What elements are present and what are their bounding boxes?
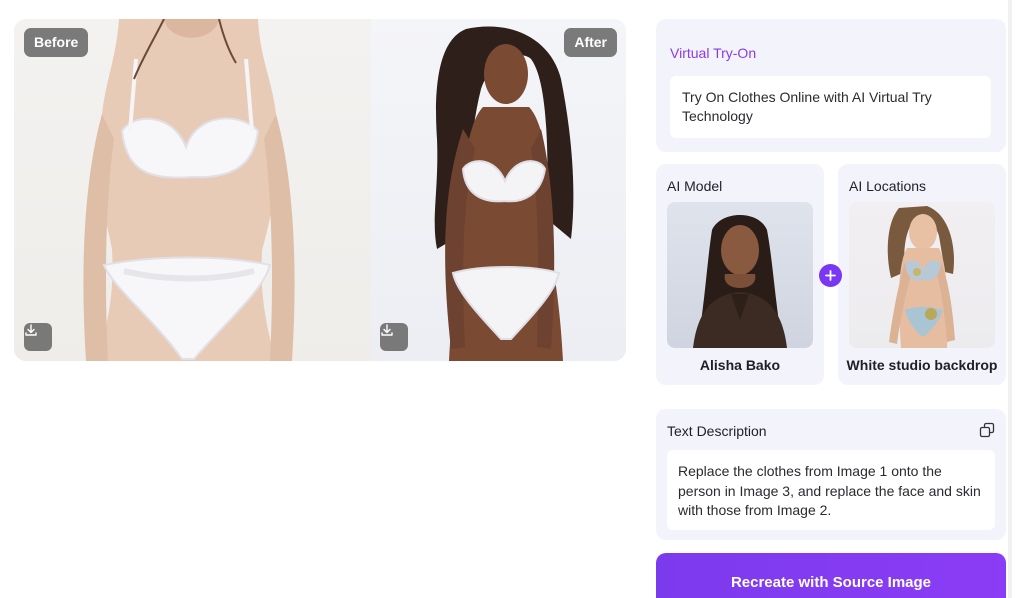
download-icon <box>25 324 37 336</box>
text-description-card: Text Description Replace the clothes fro… <box>656 409 1006 540</box>
scrollbar[interactable] <box>1008 0 1012 598</box>
page: Before After Virtual Try-On Try On Cloth… <box>0 0 1024 598</box>
ai-location-name: White studio backdrop <box>846 357 998 373</box>
plus-icon <box>825 270 836 281</box>
download-before-button[interactable] <box>24 323 52 351</box>
virtual-tryon-description: Try On Clothes Online with AI Virtual Tr… <box>670 76 991 138</box>
text-description-title: Text Description <box>667 423 767 439</box>
before-after-compare[interactable]: Before After <box>14 19 626 361</box>
ai-locations-card[interactable]: AI Locations White studio backdrop <box>838 164 1006 385</box>
ai-model-thumbnail[interactable] <box>667 202 813 348</box>
before-badge: Before <box>24 28 89 57</box>
copy-button[interactable] <box>979 422 995 438</box>
recreate-button[interactable]: Recreate with Source Image <box>656 553 1006 598</box>
download-icon <box>381 324 393 336</box>
ai-location-thumbnail[interactable] <box>849 202 995 348</box>
download-after-button[interactable] <box>380 323 408 351</box>
after-badge: After <box>564 28 617 57</box>
ai-model-card[interactable]: AI Model Alisha Bako <box>656 164 824 385</box>
ai-model-label: AI Model <box>667 178 723 194</box>
ai-model-name: Alisha Bako <box>699 357 781 373</box>
ai-locations-label: AI Locations <box>849 178 927 194</box>
virtual-tryon-card: Virtual Try-On Try On Clothes Online wit… <box>656 19 1006 152</box>
copy-icon <box>979 422 995 438</box>
virtual-tryon-title: Virtual Try-On <box>670 45 757 61</box>
plus-button[interactable] <box>819 264 842 287</box>
before-image: Before <box>14 19 371 361</box>
after-image: After <box>371 19 626 361</box>
text-description-body[interactable]: Replace the clothes from Image 1 onto th… <box>667 450 995 530</box>
